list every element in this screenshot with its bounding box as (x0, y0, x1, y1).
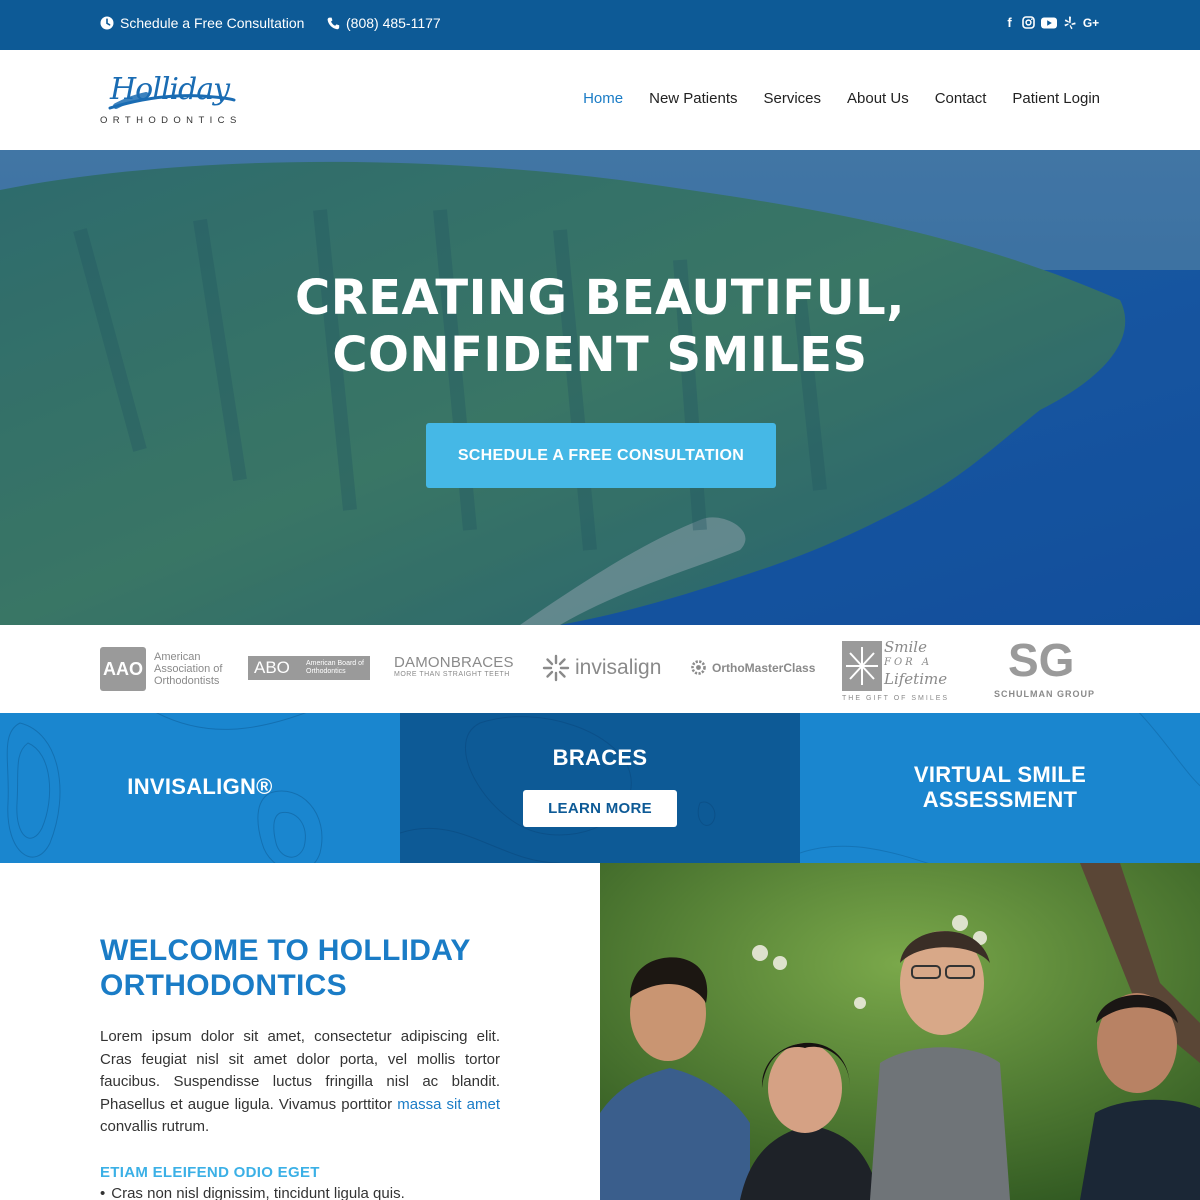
youtube-icon[interactable] (1041, 15, 1057, 30)
nav-home[interactable]: Home (583, 90, 623, 107)
clock-icon (100, 16, 114, 30)
invisalign-text: invisalign (575, 656, 662, 679)
damon-braces-logo: DAMONBRACES MORE THAN STRAIGHT TEETH (394, 654, 514, 678)
welcome-body-link[interactable]: massa sit amet (397, 1096, 500, 1113)
team-photo-illustration (600, 863, 1200, 1200)
tile-virtual-smile[interactable]: VIRTUAL SMILE ASSESSMENT (800, 713, 1200, 863)
omc-text: OrthoMasterClass (712, 660, 816, 675)
sfl-line2: FOR A (884, 657, 933, 668)
top-bar: Schedule a Free Consultation (808) 485-1… (0, 0, 1200, 50)
nav-patient-login[interactable]: Patient Login (1012, 90, 1100, 107)
learn-more-button[interactable]: LEARN MORE (523, 790, 677, 827)
abo-text: American Board of Orthodontics (306, 660, 364, 675)
yelp-icon[interactable] (1063, 15, 1076, 30)
list-item: Cras non nisl dignissim, tincidunt ligul… (100, 1185, 404, 1200)
hero-title: CREATING BEAUTIFUL, CONFIDENT SMILES (0, 270, 1200, 384)
service-tiles: INVISALIGN® BRACES LEARN MORE VIRTUAL SM… (0, 713, 1200, 863)
tile-braces[interactable]: BRACES LEARN MORE (400, 713, 800, 863)
facebook-icon[interactable]: f (1003, 15, 1016, 30)
sfl-line1: Smile (884, 638, 927, 656)
hero-banner: CREATING BEAUTIFUL, CONFIDENT SMILES SCH… (0, 150, 1200, 625)
nav-new-patients[interactable]: New Patients (649, 90, 737, 107)
invisalign-logo: invisalign (542, 654, 661, 682)
nav-services[interactable]: Services (763, 90, 821, 107)
damon-text: DAMONBRACES (394, 654, 514, 671)
sfl-mark (842, 641, 882, 691)
aao-logo-mark: AAO (100, 647, 146, 691)
nav-contact[interactable]: Contact (935, 90, 987, 107)
affiliation-logos: AAO American Association of Orthodontist… (0, 625, 1200, 713)
welcome-subheading: ETIAM ELEIFEND ODIO EGET (100, 1164, 320, 1181)
schedule-label: Schedule a Free Consultation (120, 15, 305, 31)
logo-subtitle: ORTHODONTICS (100, 115, 242, 126)
sg-mark: SG (1008, 634, 1075, 686)
hero-title-line1: CREATING BEAUTIFUL, (295, 270, 905, 326)
tile-braces-label: BRACES (552, 745, 648, 770)
tile-virtual-line1: VIRTUAL SMILE (913, 762, 1087, 787)
aao-text-line3: Orthodontists (154, 675, 220, 687)
tile-virtual-smile-label: VIRTUAL SMILE ASSESSMENT (800, 762, 1200, 812)
abo-logo: ABO American Board of Orthodontics (248, 656, 370, 680)
gear-icon (691, 660, 706, 675)
phone-link[interactable]: (808) 485-1177 (327, 15, 441, 31)
welcome-title: WELCOME TO HOLLIDAY ORTHODONTICS (100, 933, 520, 1003)
sfl-subtext: THE GIFT OF SMILES (842, 695, 950, 702)
topo-pattern (400, 716, 716, 863)
site-logo[interactable]: Holliday ORTHODONTICS (100, 72, 250, 132)
aao-text-line2: Association of (154, 663, 223, 675)
invisalign-star-icon (542, 654, 570, 682)
damon-subtext: MORE THAN STRAIGHT TEETH (394, 671, 510, 678)
hero-title-line2: CONFIDENT SMILES (332, 327, 868, 383)
nav-about-us[interactable]: About Us (847, 90, 909, 107)
schulman-group-logo: SG SCHULMAN GROUP (994, 635, 1102, 701)
logo-script: Holliday (110, 72, 230, 107)
site-header: Holliday ORTHODONTICS Home New Patients … (0, 50, 1200, 150)
google-plus-icon[interactable]: G+ (1082, 15, 1100, 30)
hero-cta-button[interactable]: SCHEDULE A FREE CONSULTATION (426, 423, 776, 488)
welcome-list: Cras non nisl dignissim, tincidunt ligul… (100, 1185, 404, 1200)
schedule-link[interactable]: Schedule a Free Consultation (100, 15, 304, 31)
hero-overlay (0, 150, 1200, 625)
social-links: f G+ (1003, 15, 1100, 30)
tile-invisalign[interactable]: INVISALIGN® (0, 713, 400, 863)
welcome-title-line1: WELCOME TO HOLLIDAY (100, 934, 471, 967)
orthomasterclass-logo: OrthoMasterClass (690, 659, 815, 676)
tile-virtual-line2: ASSESSMENT (922, 787, 1078, 812)
aao-logo-text: American Association of Orthodontists (154, 651, 222, 687)
abo-mark: ABO (254, 658, 290, 677)
phone-icon (327, 17, 340, 29)
welcome-body-tail: convallis rutrum. (100, 1118, 210, 1135)
welcome-section: WELCOME TO HOLLIDAY ORTHODONTICS Lorem i… (0, 863, 600, 1200)
tile-invisalign-label: INVISALIGN® (127, 774, 273, 799)
smile-for-a-lifetime-logo: Smile FOR A Lifetime THE GIFT OF SMILES (842, 639, 962, 702)
instagram-icon[interactable] (1022, 15, 1035, 30)
welcome-title-line2: ORTHODONTICS (100, 969, 347, 1002)
sfl-text: Smile FOR A Lifetime (884, 639, 947, 687)
sfl-line3: Lifetime (884, 670, 948, 688)
main-nav: Home New Patients Services About Us Cont… (557, 90, 1100, 107)
phone-number: (808) 485-1177 (346, 15, 441, 31)
welcome-body: Lorem ipsum dolor sit amet, consectetur … (100, 1026, 500, 1139)
aao-text-line1: American (154, 651, 201, 663)
team-photo (600, 863, 1200, 1200)
sg-text: SCHULMAN GROUP (994, 689, 1095, 699)
